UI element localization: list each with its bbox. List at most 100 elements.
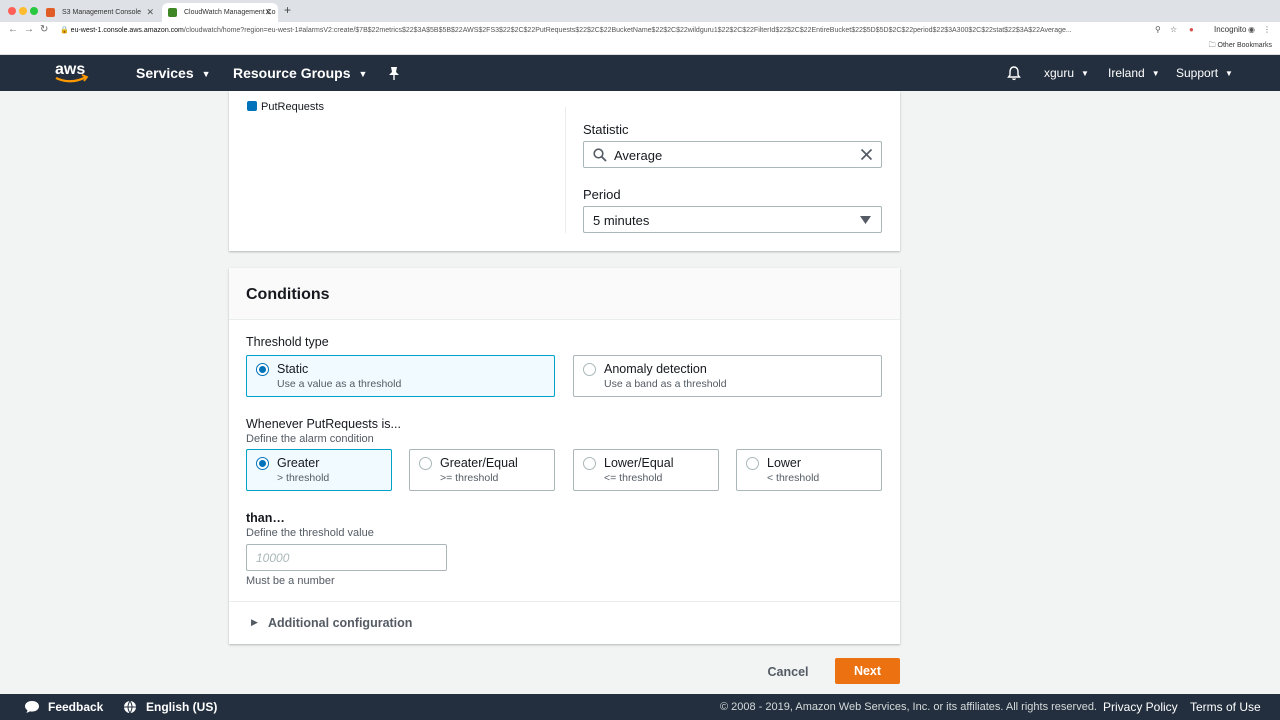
period-value: 5 minutes <box>593 213 650 228</box>
folder-icon: 🗀 <box>1208 42 1218 49</box>
region-menu[interactable]: Ireland ▼ <box>1108 66 1160 80</box>
bell-icon[interactable] <box>1007 66 1021 81</box>
tab-title: S3 Management Console <box>62 9 141 16</box>
next-button[interactable]: Next <box>835 658 900 684</box>
tile-description: <= threshold <box>604 472 663 484</box>
terms-of-use-link[interactable]: Terms of Use <box>1190 700 1261 714</box>
series-label: PutRequests <box>261 101 324 113</box>
aws-logo[interactable]: aws <box>54 59 90 87</box>
period-select[interactable]: 5 minutes <box>583 206 882 233</box>
services-menu[interactable]: Services ▼ <box>136 65 211 81</box>
tile-title: Lower/Equal <box>604 456 674 470</box>
lock-icon: 🔒 <box>60 27 71 34</box>
pin-icon[interactable] <box>388 66 400 80</box>
account-menu[interactable]: xguru ▼ <box>1044 66 1089 80</box>
support-menu[interactable]: Support ▼ <box>1176 66 1233 80</box>
incognito-label[interactable]: Incognito <box>1214 25 1246 34</box>
resource-groups-label: Resource Groups <box>233 65 351 81</box>
forward-icon[interactable]: → <box>24 24 34 35</box>
threshold-type-anomaly-detection[interactable]: Anomaly detection Use a band as a thresh… <box>573 355 882 397</box>
support-label: Support <box>1176 66 1219 80</box>
threshold-constraint: Must be a number <box>246 575 335 587</box>
tile-description: Use a band as a threshold <box>604 378 727 390</box>
radio-button[interactable] <box>419 457 432 470</box>
period-label: Period <box>583 187 621 202</box>
resource-groups-menu[interactable]: Resource Groups ▼ <box>233 65 367 81</box>
column-divider <box>565 107 566 233</box>
browser-tab-cloudwatch[interactable]: CloudWatch Management Co ✕ <box>162 3 278 22</box>
new-tab-button[interactable]: + <box>284 3 291 17</box>
tab-title: CloudWatch Management Co <box>184 9 276 16</box>
caret-down-icon <box>860 216 871 224</box>
radio-button[interactable] <box>746 457 759 470</box>
chevron-down-icon: ▼ <box>1225 69 1233 79</box>
additional-configuration-label: Additional configuration <box>268 616 413 630</box>
tile-title: Lower <box>767 456 802 470</box>
tile-title: Greater <box>277 456 320 470</box>
whenever-hint: Define the alarm condition <box>246 433 374 445</box>
feedback-link[interactable]: Feedback <box>48 700 103 714</box>
metric-card: PutRequests Statistic Average Period 5 m… <box>229 91 900 251</box>
back-icon[interactable]: ← <box>8 24 18 35</box>
globe-icon <box>124 700 136 714</box>
tile-title: Greater/Equal <box>440 456 518 470</box>
aws-logo-text: aws <box>55 61 85 78</box>
browser-tab-bar: S3 Management Console ✕ CloudWatch Manag… <box>0 0 1280 22</box>
bookmark-star-icon[interactable]: ☆ <box>1170 25 1177 34</box>
metric-series-item[interactable]: PutRequests <box>247 101 324 113</box>
tile-title: Static <box>277 362 309 376</box>
s3-favicon-icon <box>46 8 55 17</box>
whenever-label: Whenever PutRequests is... <box>246 417 401 431</box>
tile-description: < threshold <box>767 472 820 484</box>
bookmarks-bar: 🗀 Other Bookmarks <box>0 39 1280 55</box>
operator-greater-equal[interactable]: Greater/Equal >= threshold <box>409 449 555 491</box>
chevron-down-icon: ▼ <box>1081 69 1089 79</box>
region-label: Ireland <box>1108 66 1145 80</box>
threshold-type-static[interactable]: Static Use a value as a threshold <box>246 355 555 397</box>
copyright-text: © 2008 - 2019, Amazon Web Services, Inc.… <box>720 701 1097 713</box>
url-host: eu-west-1.console.aws.amazon.com <box>70 27 184 34</box>
url-path: /cloudwatch/home?region=eu-west-1#alarms… <box>183 27 1072 34</box>
threshold-type-label: Threshold type <box>246 335 329 349</box>
cancel-button[interactable]: Cancel <box>760 662 816 682</box>
additional-configuration-toggle[interactable]: ▶ Additional configuration <box>229 601 900 644</box>
language-selector[interactable]: English (US) <box>146 700 217 714</box>
threshold-value-input[interactable] <box>246 544 447 571</box>
other-bookmarks[interactable]: 🗀 Other Bookmarks <box>1209 41 1272 52</box>
zoom-icon[interactable]: ⚲ <box>1155 25 1161 34</box>
close-window-button[interactable] <box>8 7 16 15</box>
browser-tab-s3[interactable]: S3 Management Console ✕ <box>40 3 160 22</box>
radio-button[interactable] <box>256 363 269 376</box>
tile-description: Use a value as a threshold <box>277 378 402 390</box>
console-footer: Feedback English (US) © 2008 - 2019, Ama… <box>0 694 1280 720</box>
series-checkbox[interactable] <box>247 101 257 111</box>
account-label: xguru <box>1044 66 1075 80</box>
services-label: Services <box>136 65 194 81</box>
tile-title: Anomaly detection <box>604 362 707 376</box>
statistic-label: Statistic <box>583 122 629 137</box>
operator-lower-equal[interactable]: Lower/Equal <= threshold <box>573 449 719 491</box>
minimize-window-button[interactable] <box>19 7 27 15</box>
radio-button[interactable] <box>256 457 269 470</box>
statistic-select[interactable]: Average <box>583 141 882 168</box>
than-hint: Define the threshold value <box>246 527 374 539</box>
close-tab-icon[interactable]: ✕ <box>146 3 154 22</box>
conditions-title: Conditions <box>246 286 330 303</box>
tile-description: >= threshold <box>440 472 499 484</box>
radio-button[interactable] <box>583 363 596 376</box>
url-field[interactable]: 🔒 eu-west-1.console.aws.amazon.com/cloud… <box>60 23 1150 38</box>
clear-icon[interactable] <box>860 148 873 161</box>
conditions-card: Conditions Threshold type Static Use a v… <box>229 268 900 644</box>
close-tab-icon[interactable]: ✕ <box>264 3 272 22</box>
search-icon <box>593 148 607 162</box>
extension-icon[interactable]: ● <box>1189 25 1194 34</box>
chevron-down-icon: ▼ <box>1151 69 1160 79</box>
operator-lower[interactable]: Lower < threshold <box>736 449 882 491</box>
maximize-window-button[interactable] <box>30 7 38 15</box>
reload-icon[interactable]: ↻ <box>40 24 48 35</box>
chevron-down-icon: ▼ <box>358 69 368 80</box>
radio-button[interactable] <box>583 457 596 470</box>
browser-menu-icon[interactable]: ⋮ <box>1263 25 1271 34</box>
privacy-policy-link[interactable]: Privacy Policy <box>1103 700 1178 714</box>
operator-greater[interactable]: Greater > threshold <box>246 449 392 491</box>
